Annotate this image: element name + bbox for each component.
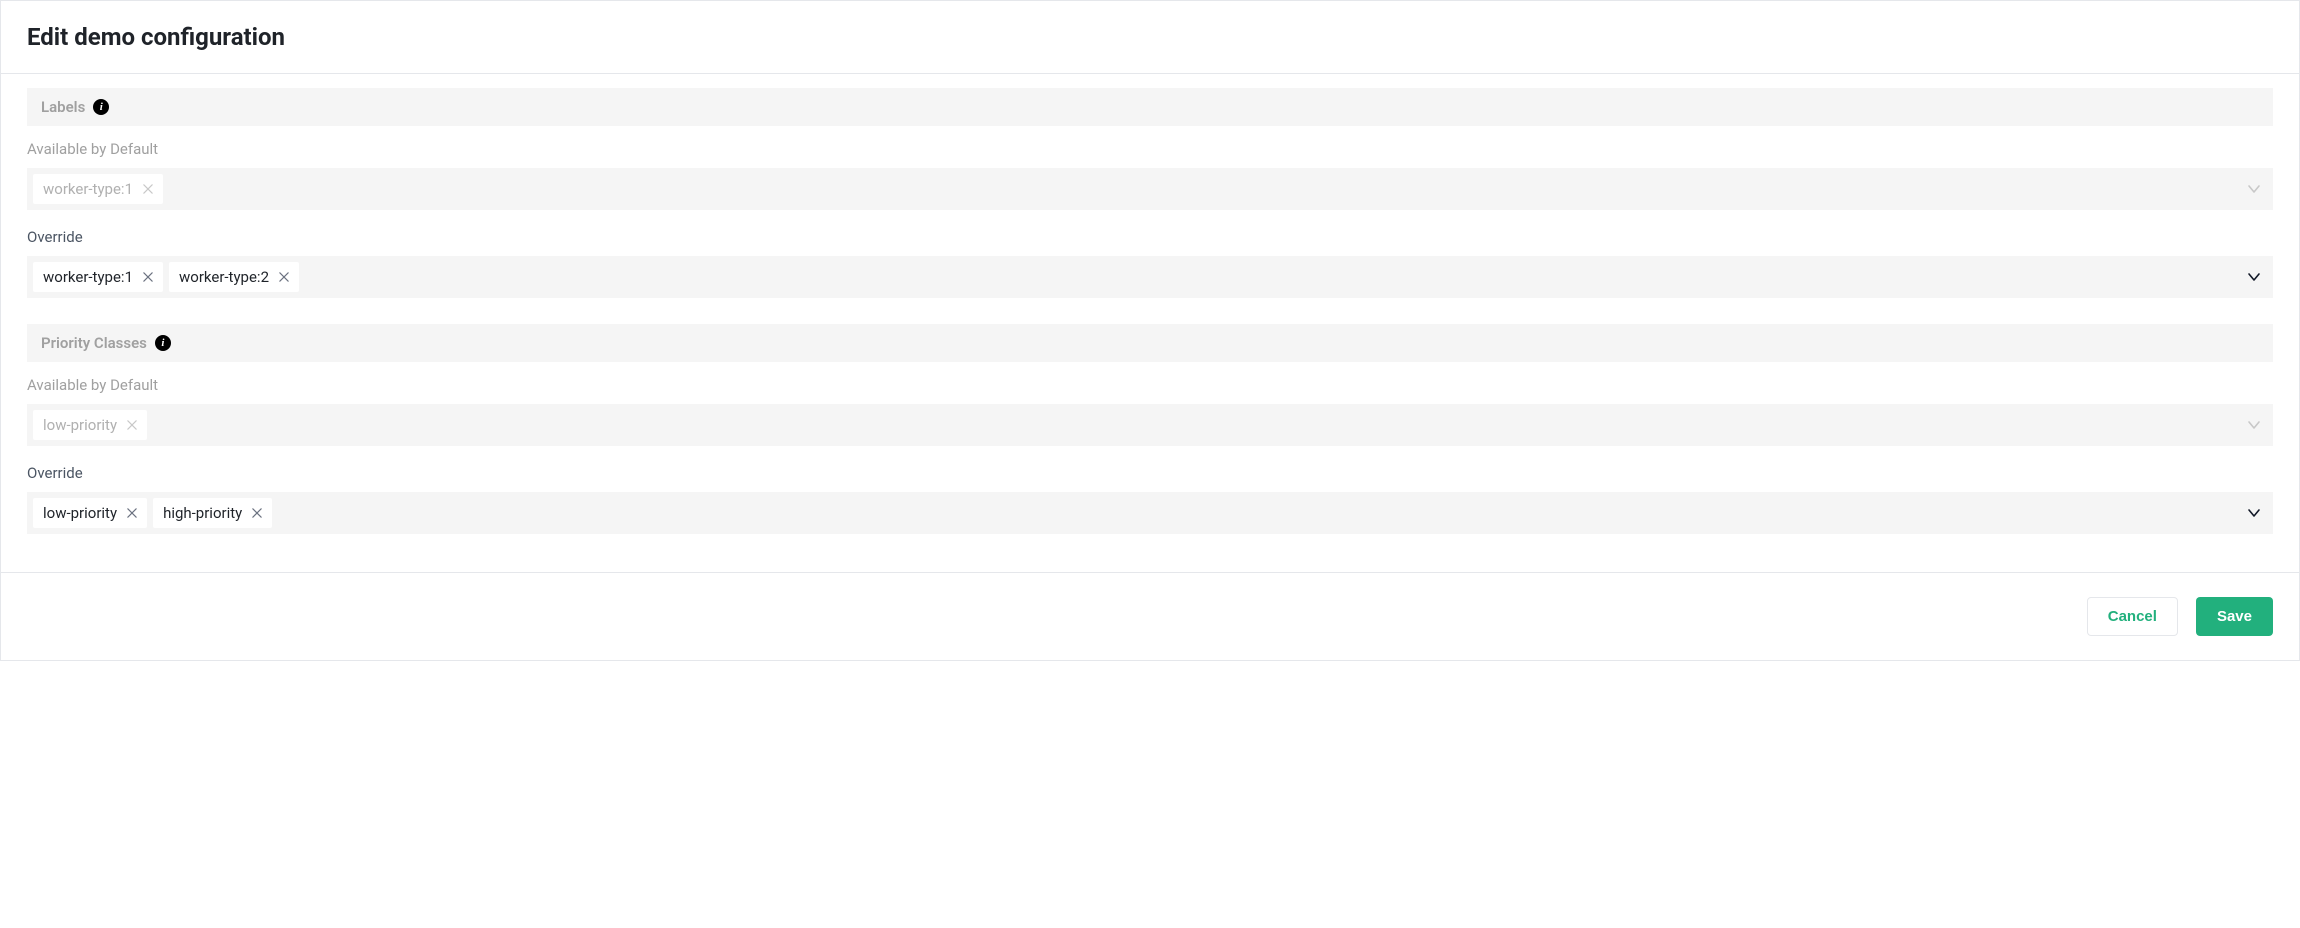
labels-override-select[interactable]: worker-type:1 worker-type:2 — [27, 256, 2273, 298]
info-icon[interactable]: i — [93, 99, 109, 115]
tag-text: low-priority — [43, 504, 117, 522]
tag[interactable]: low-priority — [33, 498, 147, 528]
chevron-down-icon[interactable] — [2247, 270, 2261, 284]
panel-body: Labels i Available by Default worker-typ… — [1, 74, 2299, 572]
page-title: Edit demo configuration — [27, 23, 2273, 51]
labels-default-select: worker-type:1 — [27, 168, 2273, 210]
section-header-priority: Priority Classes i — [27, 324, 2273, 362]
edit-configuration-panel: Edit demo configuration Labels i Availab… — [0, 0, 2300, 661]
panel-footer: Cancel Save — [1, 572, 2299, 660]
priority-override-select[interactable]: low-priority high-priority — [27, 492, 2273, 534]
tag-text: worker-type:1 — [43, 180, 133, 198]
labels-override-field: Override worker-type:1 worker-type:2 — [27, 228, 2273, 298]
tag-text: worker-type:1 — [43, 268, 133, 286]
priority-override-field: Override low-priority high-priority — [27, 464, 2273, 534]
tag[interactable]: high-priority — [153, 498, 272, 528]
cancel-button[interactable]: Cancel — [2087, 597, 2178, 636]
close-icon[interactable] — [279, 272, 289, 282]
close-icon[interactable] — [252, 508, 262, 518]
chevron-down-icon — [2247, 418, 2261, 432]
tag-text: worker-type:2 — [179, 268, 269, 286]
tag: low-priority — [33, 410, 147, 440]
close-icon — [143, 184, 153, 194]
tag: worker-type:1 — [33, 174, 163, 204]
field-label: Override — [27, 464, 2273, 482]
tag-text: low-priority — [43, 416, 117, 434]
close-icon[interactable] — [127, 508, 137, 518]
tag[interactable]: worker-type:1 — [33, 262, 163, 292]
field-label: Available by Default — [27, 140, 2273, 158]
section-title-labels: Labels — [41, 98, 85, 116]
save-button[interactable]: Save — [2196, 597, 2273, 636]
chevron-down-icon — [2247, 182, 2261, 196]
close-icon[interactable] — [143, 272, 153, 282]
close-icon — [127, 420, 137, 430]
priority-default-field: Available by Default low-priority — [27, 376, 2273, 446]
section-header-labels: Labels i — [27, 88, 2273, 126]
field-label: Available by Default — [27, 376, 2273, 394]
chevron-down-icon[interactable] — [2247, 506, 2261, 520]
tag-text: high-priority — [163, 504, 242, 522]
priority-default-select: low-priority — [27, 404, 2273, 446]
tag[interactable]: worker-type:2 — [169, 262, 299, 292]
field-label: Override — [27, 228, 2273, 246]
section-title-priority: Priority Classes — [41, 334, 147, 352]
info-icon[interactable]: i — [155, 335, 171, 351]
labels-default-field: Available by Default worker-type:1 — [27, 140, 2273, 210]
panel-header: Edit demo configuration — [1, 1, 2299, 74]
